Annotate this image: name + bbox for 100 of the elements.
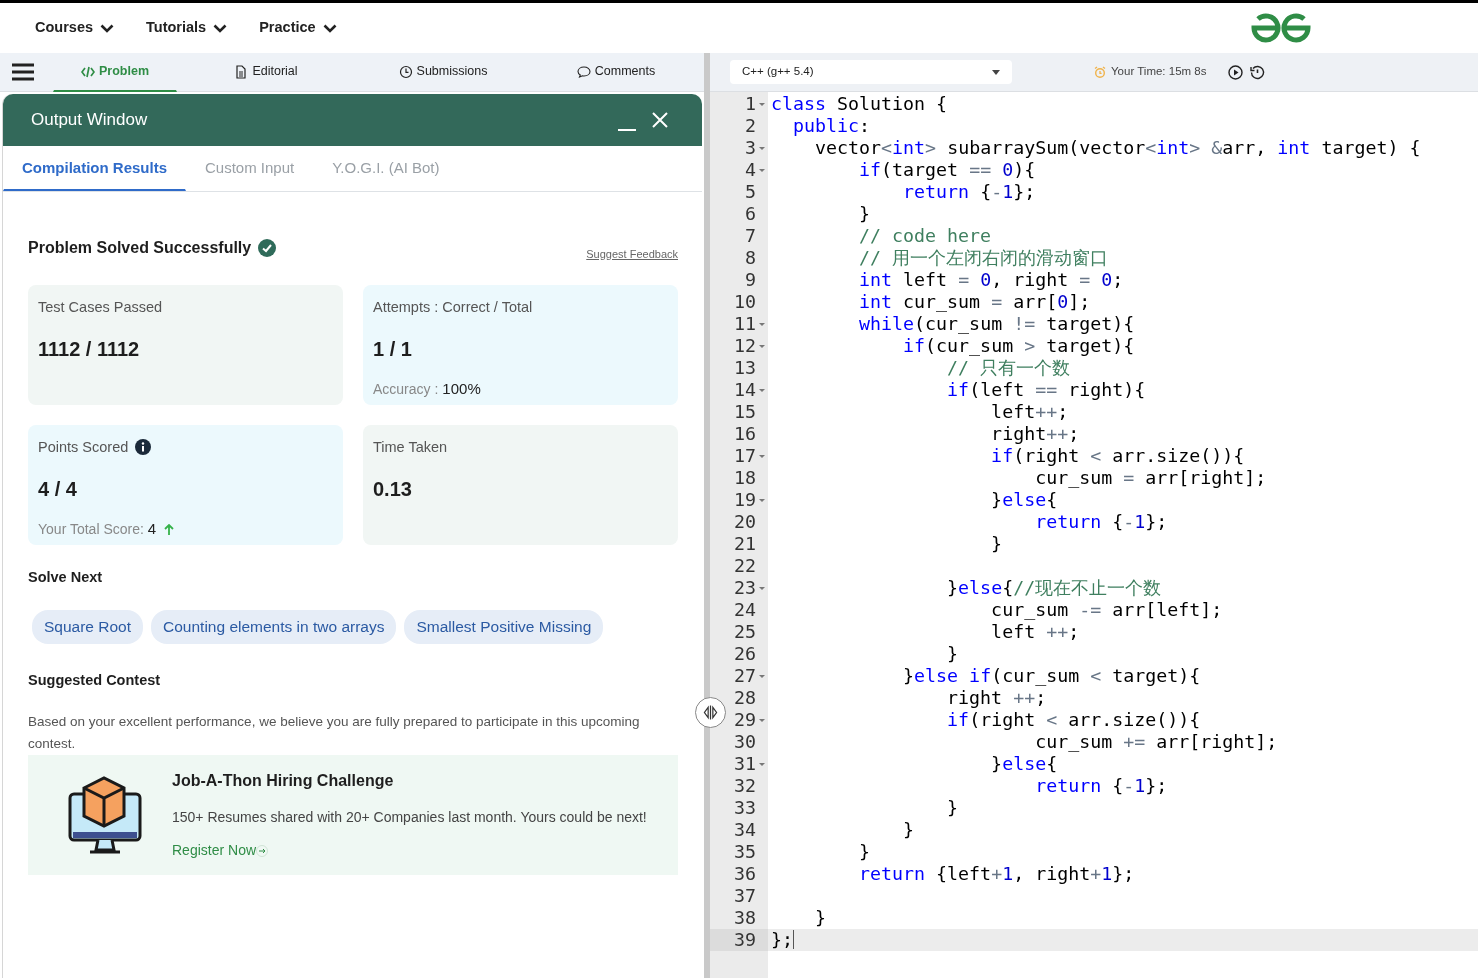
problem-link-chip[interactable]: Counting elements in two arrays <box>151 610 397 644</box>
section-heading: Solve Next <box>28 567 104 587</box>
code-line: return {-1}; <box>1034 775 1168 796</box>
nav-menu[interactable]: Practice <box>251 17 345 39</box>
arrow-right-icon <box>256 844 269 857</box>
code-line: left++; <box>990 401 1069 422</box>
problem-tab[interactable]: Submissions <box>355 52 531 92</box>
contest-title: Job-A-Thon Hiring Challenge <box>172 771 395 792</box>
fold-arrow-icon[interactable] <box>759 169 765 172</box>
nav-menu[interactable]: Courses <box>27 17 123 39</box>
line-number: 24 <box>733 599 757 621</box>
fold-arrow-icon[interactable] <box>759 675 765 678</box>
code-line: cur_sum += arr[right]; <box>1034 731 1278 752</box>
code-line: } <box>990 533 1003 554</box>
line-number: 34 <box>733 819 757 841</box>
problem-tab[interactable]: Comments <box>531 52 701 92</box>
feedback-link[interactable]: Suggest Feedback <box>586 246 678 263</box>
line-number: 4 <box>710 159 768 181</box>
fold-arrow-icon[interactable] <box>759 103 765 106</box>
line-number: 27 <box>710 665 768 687</box>
chevron-down-icon <box>100 23 115 33</box>
line-number: 15 <box>733 401 757 423</box>
line-number: 19 <box>710 489 768 511</box>
alarm-clock-icon <box>1094 66 1106 78</box>
fold-arrow-icon[interactable] <box>759 499 765 502</box>
code-editor[interactable] <box>710 92 1478 978</box>
problem-link-chip[interactable]: Square Root <box>32 610 144 644</box>
stat-sub-label: Your Total Score: <box>38 520 144 539</box>
line-number: 17 <box>710 445 768 467</box>
code-line: }else{ <box>990 489 1058 510</box>
code-line: } <box>946 643 959 664</box>
code-line: while(cur_sum != target){ <box>858 313 1135 334</box>
code-line: public: <box>792 115 871 136</box>
code-line: // 只有一个数 <box>946 357 1071 378</box>
line-number: 31 <box>710 753 768 775</box>
fold-arrow-icon[interactable] <box>759 345 765 348</box>
line-number: 38 <box>733 907 757 929</box>
line-number: 3 <box>710 137 768 159</box>
problem-link-chip[interactable]: Smallest Positive Missing <box>404 610 604 644</box>
fold-arrow-icon[interactable] <box>759 323 765 326</box>
code-line: left ++; <box>990 621 1080 642</box>
fold-arrow-icon[interactable] <box>759 455 765 458</box>
clock-icon <box>398 64 413 79</box>
language-dropdown[interactable]: C++ (g++ 5.4) <box>730 60 1012 84</box>
stat-sub-value: 100% <box>442 379 481 400</box>
line-number: 26 <box>733 643 757 665</box>
code-line: }else if(cur_sum < target){ <box>902 665 1201 686</box>
play-icon[interactable] <box>1228 64 1244 80</box>
line-number: 13 <box>733 357 757 379</box>
code-line: } <box>902 819 915 840</box>
line-number: 32 <box>733 775 757 797</box>
stat-label: Attempts : Correct / Total <box>373 297 533 317</box>
code-line: } <box>946 797 959 818</box>
code-line: cur_sum -= arr[left]; <box>990 599 1223 620</box>
logo-icon[interactable] <box>1250 12 1312 44</box>
code-line: }; <box>771 929 793 950</box>
problem-tab[interactable]: Editorial <box>177 52 355 92</box>
fold-arrow-icon[interactable] <box>759 587 765 590</box>
fold-arrow-icon[interactable] <box>759 763 765 766</box>
code-line: // code here <box>858 225 992 246</box>
check-circle-icon <box>258 239 277 258</box>
code-line: int left = 0, right = 0; <box>858 269 1124 290</box>
fold-arrow-icon[interactable] <box>759 389 765 392</box>
line-number: 10 <box>733 291 757 313</box>
line-number: 11 <box>710 313 768 335</box>
close-icon[interactable] <box>652 112 668 128</box>
line-number: 36 <box>733 863 757 885</box>
code-icon <box>81 64 95 79</box>
caret-down-icon <box>992 69 1000 75</box>
chevron-down-icon <box>322 23 337 33</box>
document-icon <box>234 64 249 79</box>
success-message: Problem Solved Successfully <box>28 238 252 259</box>
line-number: 22 <box>733 555 757 577</box>
problem-tab[interactable]: Problem <box>53 52 177 92</box>
line-number: 20 <box>733 511 757 533</box>
line-number: 12 <box>710 335 768 357</box>
reset-icon[interactable] <box>1250 64 1266 80</box>
nav-menu[interactable]: Tutorials <box>138 17 236 39</box>
register-link[interactable]: Register Now <box>172 840 269 862</box>
line-number: 35 <box>733 841 757 863</box>
line-number: 14 <box>710 379 768 401</box>
line-number: 8 <box>744 247 757 269</box>
output-tab[interactable]: Compilation Results <box>3 146 186 191</box>
menu-icon[interactable] <box>12 63 34 81</box>
stat-sub-value: 4 <box>147 519 157 540</box>
line-number: 33 <box>733 797 757 819</box>
code-line: } <box>814 907 827 928</box>
stat-sub-label: Accuracy : <box>373 380 439 399</box>
line-number: 6 <box>744 203 757 225</box>
info-icon[interactable] <box>135 439 152 456</box>
line-number: 39 <box>710 929 768 951</box>
line-number: 30 <box>733 731 757 753</box>
code-line: if(cur_sum > target){ <box>902 335 1135 356</box>
text-cursor <box>793 930 794 949</box>
code-line: }else{//现在不止一个数 <box>946 577 1162 598</box>
code-line: cur_sum = arr[right]; <box>1034 467 1267 488</box>
fold-arrow-icon[interactable] <box>759 147 765 150</box>
fold-arrow-icon[interactable] <box>759 719 765 722</box>
chevron-down-icon <box>213 23 228 33</box>
code-line: } <box>858 203 871 224</box>
